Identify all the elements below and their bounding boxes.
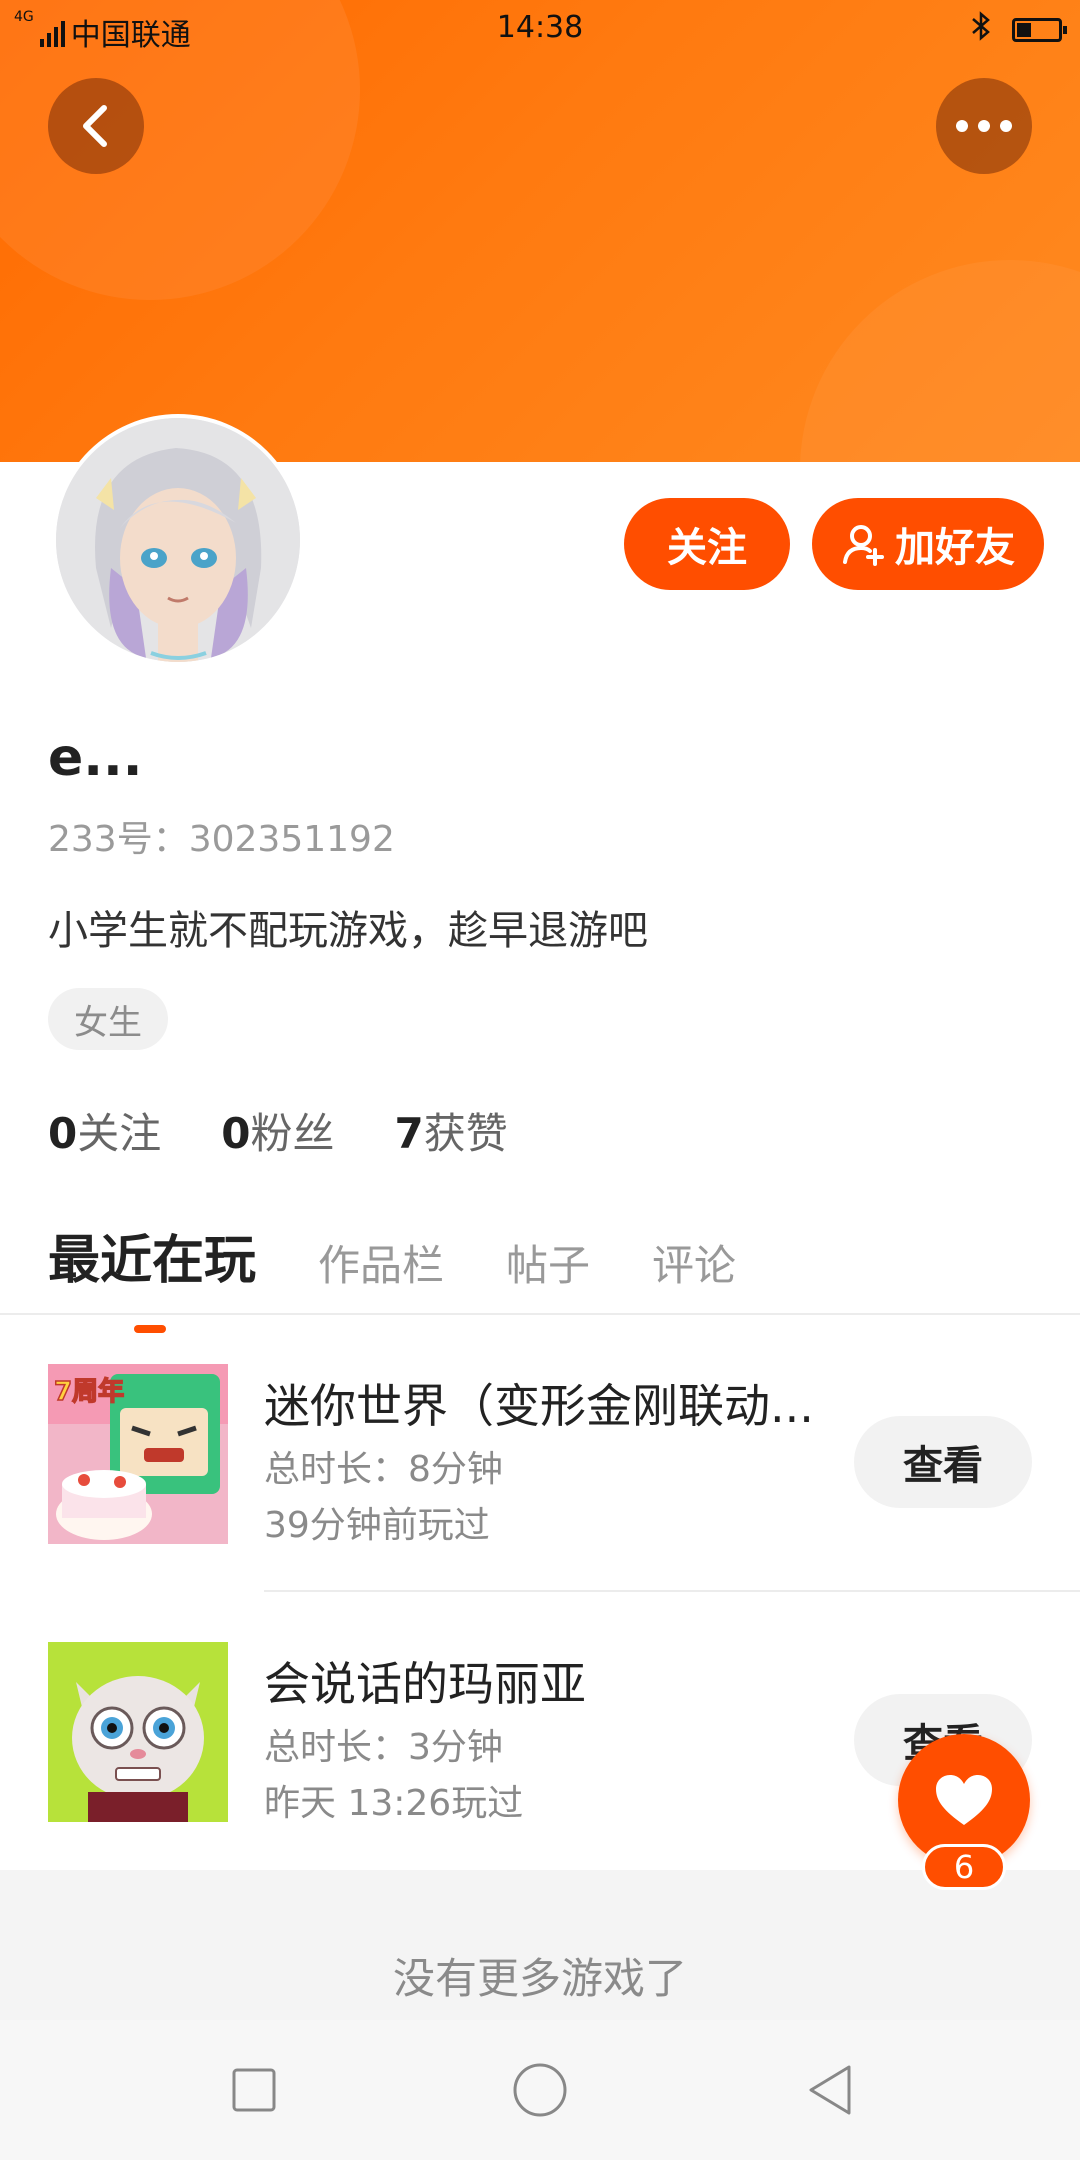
following-stat[interactable]: 0关注 [48,1100,161,1161]
view-game-button[interactable]: 查看 [854,1416,1032,1508]
back-button[interactable] [48,78,144,174]
follow-button-label: 关注 [667,525,747,571]
tab-label: 最近在玩 [48,1231,257,1291]
game-duration: 总时长：3分钟 [264,1727,503,1768]
tabs-divider [0,1313,1080,1315]
system-nav-bar [0,2020,1080,2160]
bluetooth-icon [970,10,992,50]
banner-decoration [800,260,1080,462]
square-icon [232,2068,276,2112]
add-user-icon [843,525,884,566]
fans-stat[interactable]: 0粉丝 [221,1100,334,1161]
game-last-played: 39分钟前玩过 [264,1505,490,1546]
chevron-left-icon [83,105,107,147]
status-bar: 4G 中国联通 14:38 [0,0,1080,56]
system-back-button[interactable] [800,2060,860,2120]
circle-icon [513,2063,567,2117]
tab-recently-played[interactable]: 最近在玩 [48,1218,257,1333]
list-divider [264,1590,1080,1592]
user-bio: 小学生就不配玩游戏，趁早退游吧 [48,908,648,954]
follow-button[interactable]: 关注 [624,498,790,590]
game-title: 会说话的玛丽亚 [264,1657,586,1711]
avatar[interactable] [52,414,304,666]
fans-count: 0 [221,1109,251,1158]
tab-works[interactable]: 作品栏 [318,1232,444,1293]
username: e... [48,728,143,788]
tab-comments[interactable]: 评论 [652,1232,736,1293]
triangle-back-icon [809,2065,851,2115]
home-button[interactable] [510,2060,570,2120]
likes-label: 获赞 [423,1109,508,1158]
following-label: 关注 [77,1109,162,1158]
more-options-button[interactable] [936,78,1032,174]
game-thumbnail: 7周年 [48,1364,228,1544]
profile-header-banner: 4G 中国联通 14:38 [0,0,1080,462]
following-count: 0 [48,1109,78,1158]
game-list-item[interactable]: 7周年 迷你世界（变形金刚联动... 总时长：8分钟 39分钟前玩过 查看 [0,1320,1080,1570]
profile-stats: 0关注 0粉丝 7获赞 [48,1100,508,1161]
tab-label: 作品栏 [318,1241,445,1290]
add-friend-button-label: 加好友 [895,525,1015,571]
recent-apps-button[interactable] [224,2060,284,2120]
more-dots-icon [956,120,1012,132]
thumb-badge-text: 7周年 [54,1376,124,1407]
likes-count: 7 [394,1109,424,1158]
no-more-games-text: 没有更多游戏了 [392,1954,687,2003]
gender-tag: 女生 [48,988,168,1050]
game-title: 迷你世界（变形金刚联动... [264,1379,814,1433]
heart-icon [936,1775,992,1825]
avatar-image [56,418,300,662]
add-friend-button[interactable]: 加好友 [812,498,1044,590]
tab-posts[interactable]: 帖子 [506,1232,590,1293]
status-time: 14:38 [496,10,584,45]
battery-icon [1012,18,1067,42]
game-duration: 总时长：8分钟 [264,1449,503,1490]
likes-stat: 7获赞 [395,1100,508,1161]
game-last-played: 昨天 13:26玩过 [264,1783,524,1824]
fans-label: 粉丝 [250,1109,335,1158]
user-id: 233号：302351192 [48,819,395,860]
status-right [970,10,1067,50]
view-button-label: 查看 [903,1443,983,1489]
game-thumbnail [48,1642,228,1822]
profile-tabs: 最近在玩 作品栏 帖子 评论 [48,1218,736,1333]
tab-label: 评论 [652,1241,737,1290]
tab-label: 帖子 [506,1241,591,1290]
like-count-badge: 6 [922,1844,1006,1890]
